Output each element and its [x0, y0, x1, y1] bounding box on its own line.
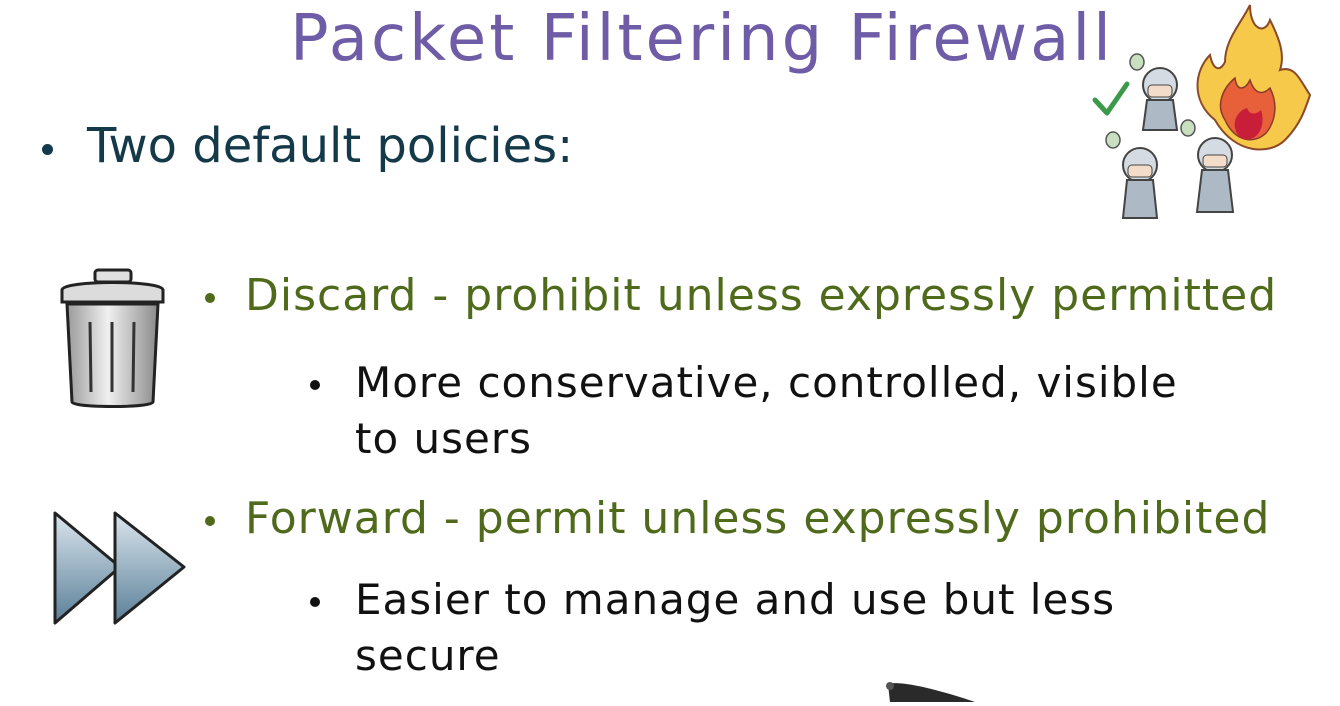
knight-figure [1129, 53, 1179, 131]
bullet-dot [310, 597, 320, 607]
fire-illustration [1196, 4, 1312, 151]
forward-detail-text: Easier to manage and use but less secure [355, 575, 1116, 680]
pen-tip-illustration [880, 676, 990, 702]
forward-policy-text: Forward - permit unless expressly prohib… [245, 493, 1271, 544]
trash-can-icon [55, 262, 170, 412]
intro-bullet: Two default policies: [42, 118, 573, 174]
knight-figure [1105, 131, 1159, 219]
bullet-dot [205, 516, 215, 526]
discard-detail-text: More conservative, controlled, visible t… [355, 358, 1178, 463]
discard-policy-text: Discard - prohibit unless expressly perm… [245, 270, 1278, 321]
bullet-dot [205, 293, 215, 303]
discard-policy-bullet: Discard - prohibit unless expressly perm… [205, 270, 1277, 321]
bullet-dot [42, 143, 53, 155]
forward-policy-bullet: Forward - permit unless expressly prohib… [205, 493, 1270, 544]
knights-and-fire-illustration [1085, 0, 1315, 230]
checkmark-icon [1092, 81, 1130, 116]
discard-detail-bullet: More conservative, controlled, visible t… [310, 355, 1215, 467]
slide-title: Packet Filtering Firewall [290, 2, 1114, 76]
forward-detail-bullet: Easier to manage and use but less secure [310, 572, 1215, 684]
bullet-dot [310, 380, 320, 390]
fast-forward-icon [50, 505, 190, 630]
intro-text: Two default policies: [87, 118, 574, 174]
